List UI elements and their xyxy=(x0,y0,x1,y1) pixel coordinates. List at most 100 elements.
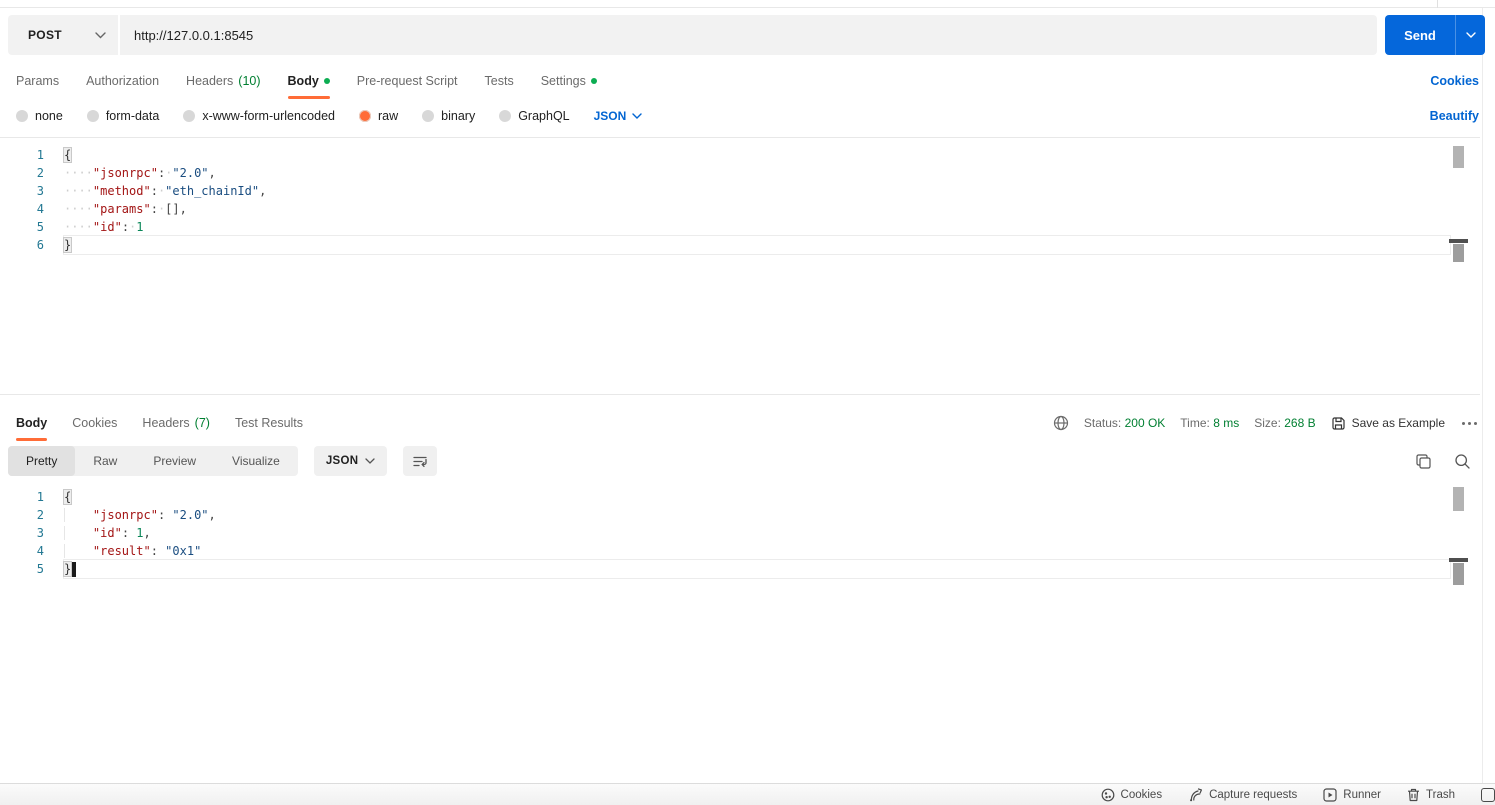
view-pretty[interactable]: Pretty xyxy=(8,446,76,476)
radio-x-www-form-urlencoded[interactable]: x-www-form-urlencoded xyxy=(183,109,335,123)
capture-requests-icon xyxy=(1190,787,1203,801)
tab-body[interactable]: Body xyxy=(287,66,331,99)
unsaved-dot-icon xyxy=(323,78,330,84)
line-number: 2 xyxy=(36,166,44,180)
tab-settings[interactable]: Settings xyxy=(541,66,597,96)
wrap-lines-button[interactable] xyxy=(403,446,438,476)
beautify-link[interactable]: Beautify xyxy=(1430,109,1479,123)
code-line[interactable]: 2 ····"jsonrpc":·"2.0", xyxy=(0,164,1480,182)
overview-cursor-mark xyxy=(1449,558,1468,562)
scrollbar-thumb[interactable] xyxy=(1453,487,1464,511)
tab-headers[interactable]: Headers (10) xyxy=(186,66,260,96)
time-field: Time: 8 ms xyxy=(1180,416,1240,430)
tab-test-results[interactable]: Test Results xyxy=(235,408,303,438)
size-value: 268 B xyxy=(1284,416,1316,430)
panel-toggle-icon[interactable] xyxy=(1481,787,1495,802)
line-number: 1 xyxy=(36,490,44,504)
view-preview[interactable]: Preview xyxy=(135,446,214,476)
response-body-editor[interactable]: 1{2 "jsonrpc": "2.0", 3 "id": 1, 4 "result… xyxy=(0,485,1480,783)
footer-cookies-button[interactable]: Cookies xyxy=(1101,788,1162,802)
postman-request-view: POST Send Params Authorization Headers(1… xyxy=(0,0,1495,805)
overview-ruler-mark xyxy=(1453,244,1464,262)
headers-count: (10) xyxy=(238,74,261,88)
radio-form-data[interactable]: form-data xyxy=(86,109,159,123)
response-language-select[interactable]: JSON xyxy=(313,446,388,476)
view-raw[interactable]: Raw xyxy=(75,446,135,476)
settings-dot-icon xyxy=(590,78,597,84)
runner-icon xyxy=(1323,787,1337,802)
response-toolbar: Pretty Raw Preview Visualize JSON xyxy=(8,446,1471,476)
tab-authorization[interactable]: Authorization xyxy=(86,66,159,96)
code-line[interactable]: 3 ····"method":·"eth_chainId", xyxy=(0,182,1480,200)
code-line[interactable]: 1{ xyxy=(0,146,1480,164)
response-headers-count: (7) xyxy=(194,416,210,430)
request-tabs: Params Authorization Headers (10) Body Pr… xyxy=(16,66,1479,99)
chevron-down-icon xyxy=(365,458,376,464)
code-line[interactable]: 5 ····"id":·1 xyxy=(0,218,1480,236)
radio-none[interactable]: none xyxy=(16,109,63,123)
top-strip xyxy=(0,0,1495,8)
cookies-link[interactable]: Cookies xyxy=(1430,74,1479,88)
wrap-lines-icon xyxy=(413,456,428,468)
overview-cursor-mark xyxy=(1449,239,1468,243)
footer-status-bar: Cookies Capture requests Runner Trash xyxy=(0,783,1495,805)
code-line[interactable]: 5} xyxy=(0,560,1480,578)
size-field: Size: 268 B xyxy=(1254,416,1316,430)
chevron-down-icon xyxy=(95,31,106,38)
tab-params[interactable]: Params xyxy=(16,66,59,96)
chevron-down-icon xyxy=(632,113,643,119)
code-line[interactable]: 2 "jsonrpc": "2.0", xyxy=(0,506,1480,524)
code-line[interactable]: 4 "result": "0x1" xyxy=(0,542,1480,560)
response-meta: Status: 200 OK Time: 8 ms Size: 268 B Sa… xyxy=(1053,415,1479,431)
radio-graphql[interactable]: GraphQL xyxy=(499,109,570,123)
radio-icon xyxy=(16,110,28,122)
request-body-editor[interactable]: 1{2 ····"jsonrpc":·"2.0", 3 ····"method":·"… xyxy=(0,137,1480,395)
radio-icon xyxy=(499,110,512,122)
method-select[interactable]: POST xyxy=(8,15,118,55)
send-options-button[interactable] xyxy=(1455,15,1485,55)
line-number: 3 xyxy=(36,184,44,198)
radio-icon xyxy=(86,110,99,122)
copy-icon xyxy=(1416,453,1431,469)
page-scrollbar-gutter[interactable] xyxy=(1482,8,1495,783)
line-number: 5 xyxy=(36,220,44,234)
radio-icon xyxy=(422,110,435,122)
save-icon xyxy=(1332,416,1345,430)
save-as-example-button[interactable]: Save as Example xyxy=(1331,416,1445,431)
globe-icon[interactable] xyxy=(1053,415,1069,431)
method-label: POST xyxy=(28,28,62,42)
radio-selected-icon xyxy=(359,110,371,122)
scrollbar-thumb[interactable] xyxy=(1453,146,1464,168)
send-button[interactable]: Send xyxy=(1385,15,1455,55)
response-tabs: Body Cookies Headers (7) Test Results Sta… xyxy=(16,408,1479,441)
runner-button[interactable]: Runner xyxy=(1323,787,1381,802)
code-line[interactable]: 6} xyxy=(0,236,1480,254)
body-type-row: none form-data x-www-form-urlencoded raw… xyxy=(16,104,1479,128)
response-view-switch: Pretty Raw Preview Visualize xyxy=(8,446,298,476)
capture-requests-button[interactable]: Capture requests xyxy=(1188,787,1297,802)
code-line[interactable]: 4 ····"params":·[], xyxy=(0,200,1480,218)
url-input[interactable] xyxy=(120,15,1377,55)
view-visualize[interactable]: Visualize xyxy=(214,446,298,476)
code-line[interactable]: 1{ xyxy=(0,488,1480,506)
tab-response-cookies[interactable]: Cookies xyxy=(72,408,117,438)
tab-response-headers[interactable]: Headers (7) xyxy=(142,408,210,438)
more-actions-button[interactable] xyxy=(1460,418,1479,429)
trash-button[interactable]: Trash xyxy=(1407,788,1455,802)
radio-icon xyxy=(183,110,196,122)
request-url-bar: POST Send xyxy=(8,15,1487,55)
cookie-icon xyxy=(1101,788,1114,801)
line-number: 6 xyxy=(36,238,44,252)
overview-ruler-mark xyxy=(1453,563,1464,585)
radio-raw[interactable]: raw xyxy=(359,109,398,123)
tab-tests[interactable]: Tests xyxy=(485,66,514,96)
copy-response-button[interactable] xyxy=(1415,453,1432,470)
code-line[interactable]: 3 "id": 1, xyxy=(0,524,1480,542)
body-language-select[interactable]: JSON xyxy=(594,109,643,123)
tab-pre-request-script[interactable]: Pre-request Script xyxy=(357,66,458,96)
tab-response-body[interactable]: Body xyxy=(16,408,48,441)
line-number: 4 xyxy=(36,202,44,216)
time-value: 8 ms xyxy=(1213,416,1240,430)
search-response-button[interactable] xyxy=(1454,453,1471,470)
radio-binary[interactable]: binary xyxy=(422,109,475,123)
